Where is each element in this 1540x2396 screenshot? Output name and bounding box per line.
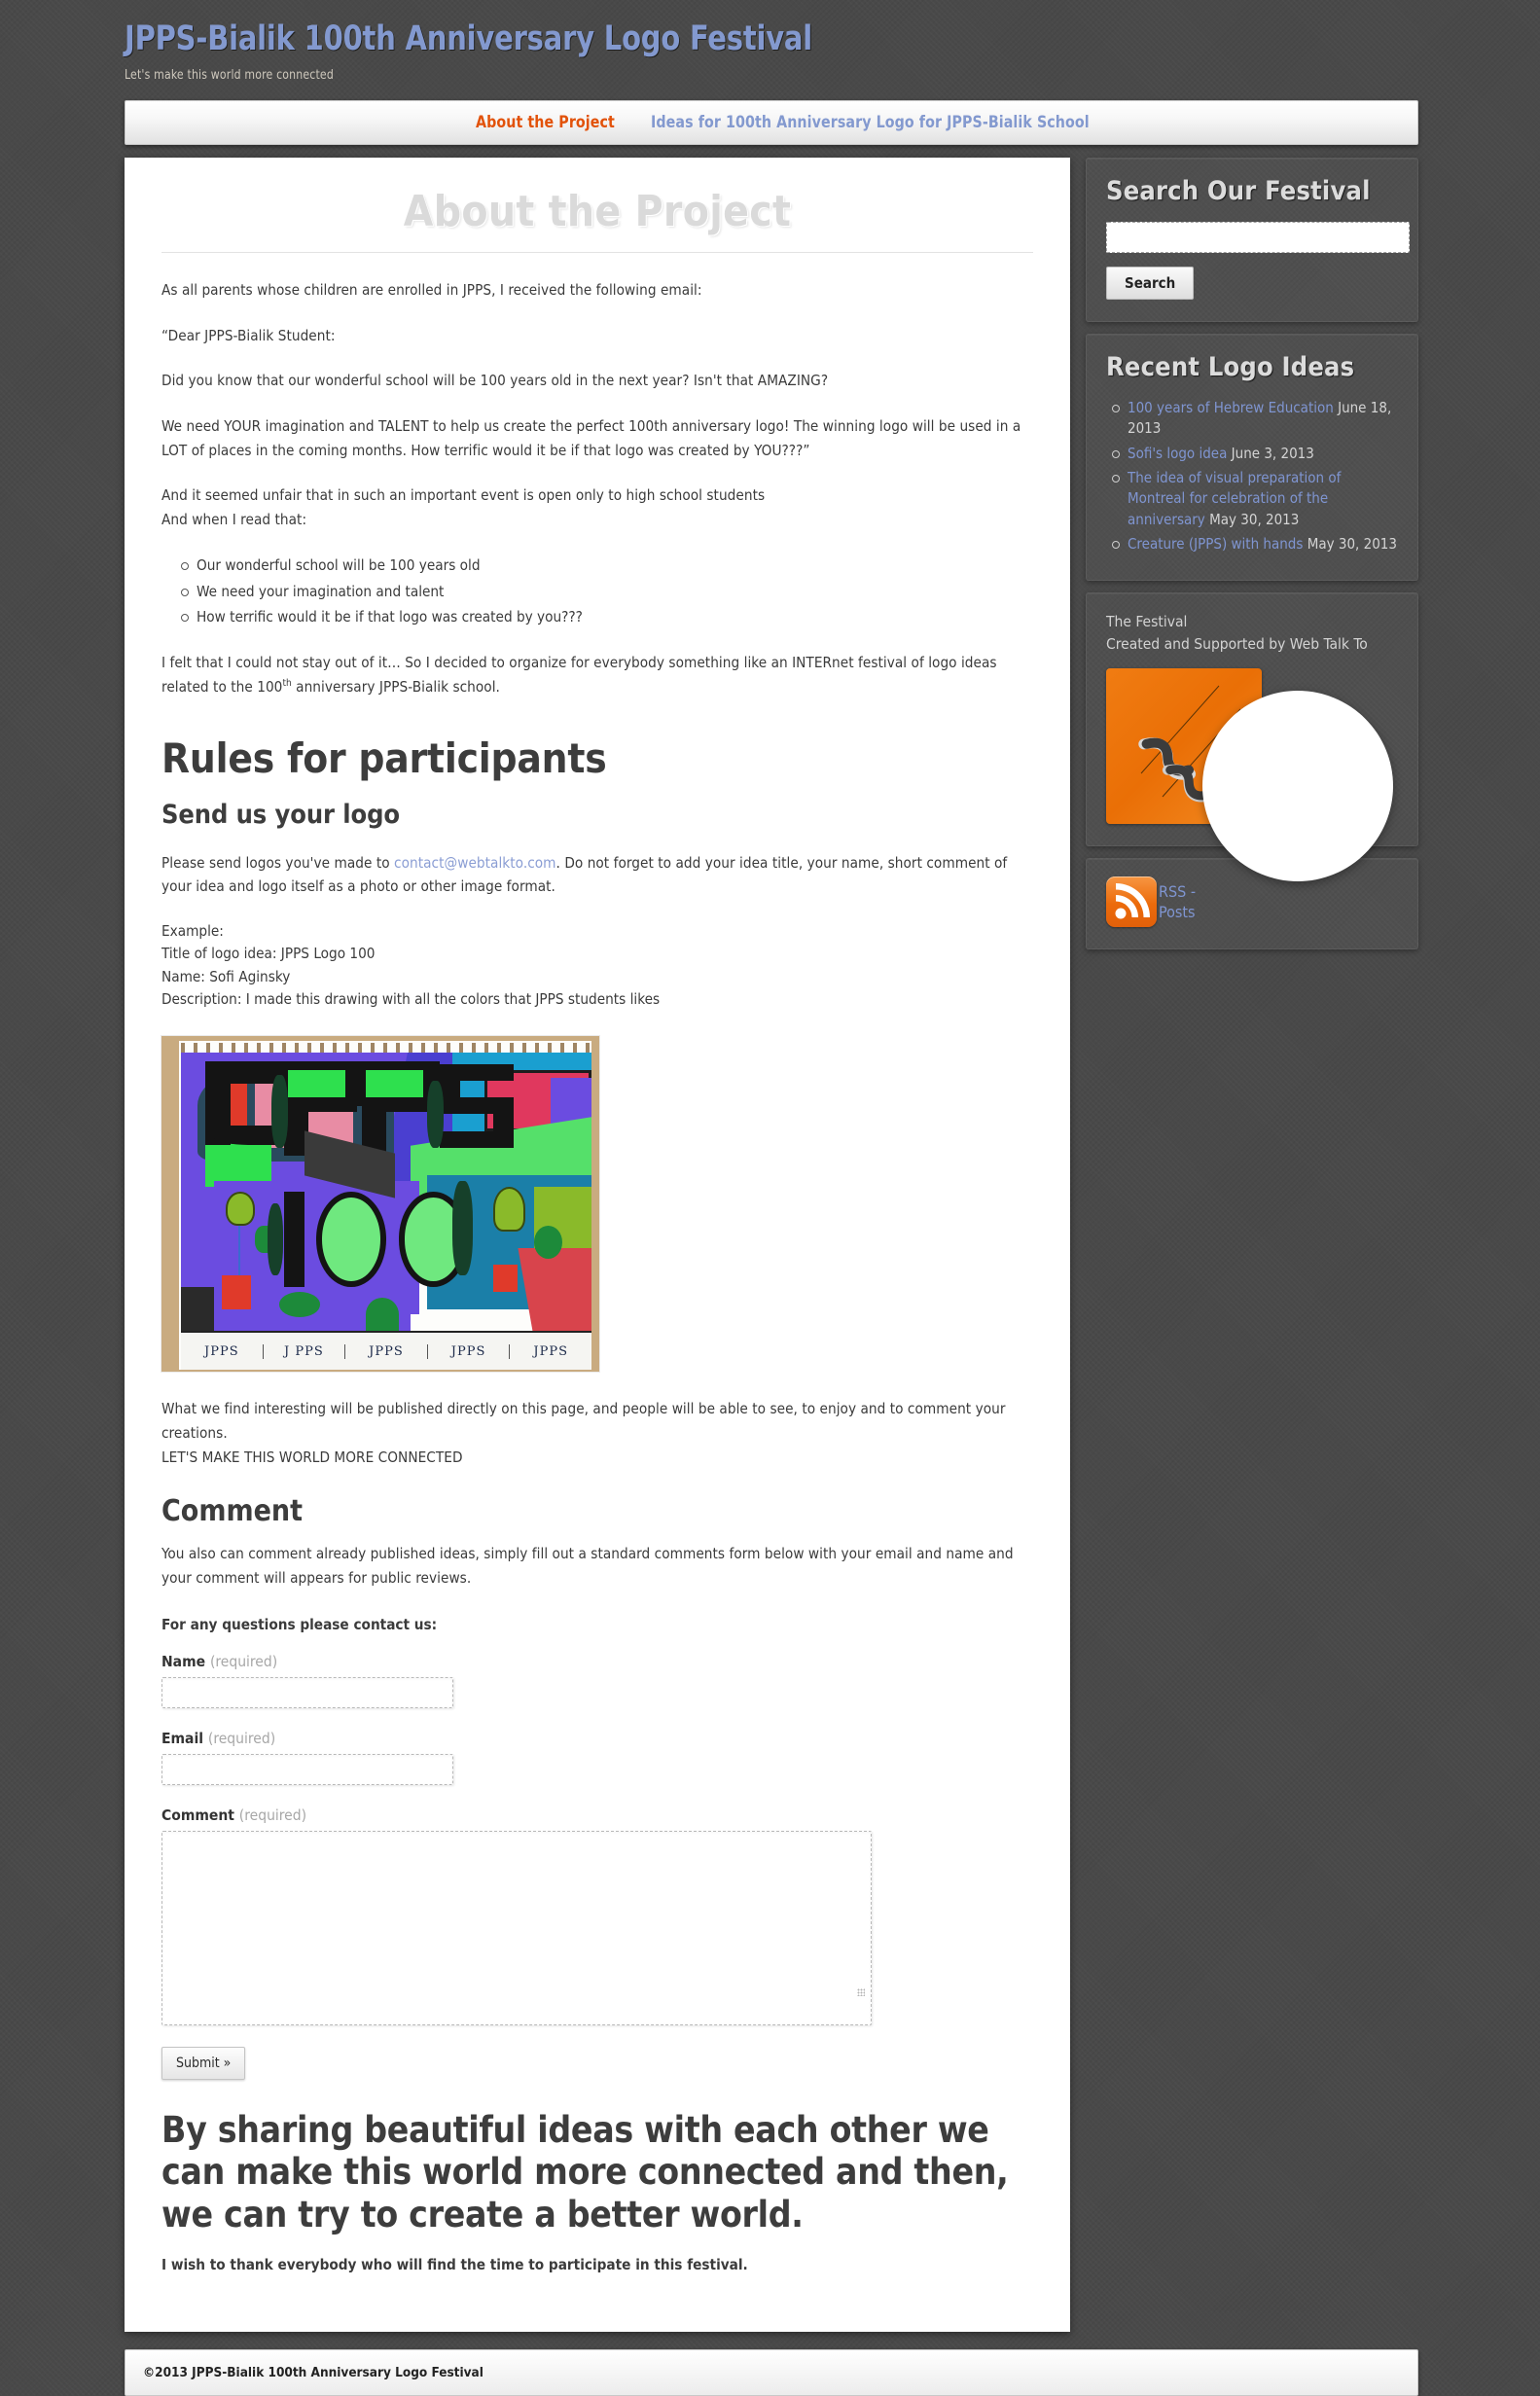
nav-item-ideas-for-logo[interactable]: Ideas for 100th Anniversary Logo for JPP… — [651, 113, 1090, 132]
list-item: We need your imagination and talent — [181, 579, 1033, 604]
search-widget-title: Search Our Festival — [1106, 176, 1371, 207]
unfair-line-2: And when I read that: — [161, 510, 307, 528]
drawing-bottom-labels: JPPS J PPS JPPS JPPS JPPS — [181, 1331, 591, 1371]
festival-line-2: Created and Supported by Web Talk To — [1106, 634, 1368, 653]
rss-widget: RSS - Posts — [1086, 858, 1418, 950]
white-circle-overlay — [1202, 691, 1393, 881]
name-required-text: (required) — [209, 1652, 278, 1670]
email-required-text: (required) — [207, 1729, 276, 1747]
site-tagline: Let's make this world more connected — [125, 67, 334, 84]
recent-list: 100 years of Hebrew Education June 18, 2… — [1106, 398, 1398, 554]
reasons-list: Our wonderful school will be 100 years o… — [161, 553, 1033, 629]
comment-label: Comment (required) — [161, 1806, 1033, 1824]
closing-heading: By sharing beautiful ideas with each oth… — [161, 2108, 1009, 2235]
recent-logo-ideas-widget: Recent Logo Ideas 100 years of Hebrew Ed… — [1086, 334, 1418, 582]
amazing-paragraph: Did you know that our wonderful school w… — [161, 372, 829, 390]
list-item: Our wonderful school will be 100 years o… — [181, 553, 1033, 578]
submit-button[interactable]: Submit » — [161, 2046, 246, 2080]
site-footer: ©2013 JPPS-Bialik 100th Anniversary Logo… — [125, 2348, 1418, 2396]
thanks-text: I wish to thank everybody who will find … — [161, 2255, 748, 2273]
example-block: Example: Title of logo idea: JPPS Logo 1… — [161, 920, 1033, 1012]
rss-label[interactable]: RSS - Posts — [1159, 881, 1229, 923]
list-item: The idea of visual preparation of Montre… — [1112, 468, 1398, 530]
send-instructions: Please send logos you've made to contact… — [161, 851, 1033, 899]
drawing-label: JPPS — [181, 1343, 264, 1359]
example-label: Example: — [161, 921, 224, 940]
recent-widget-title: Recent Logo Ideas — [1106, 352, 1355, 383]
unfair-line-1: And it seemed unfair that in such an imp… — [161, 486, 766, 505]
name-input[interactable] — [161, 1676, 453, 1708]
page-root: JPPS-Bialik 100th Anniversary Logo Festi… — [0, 0, 1540, 2396]
example-description: Description: I made this drawing with al… — [161, 990, 661, 1009]
drawing-label: J PPS — [264, 1343, 346, 1359]
search-button[interactable]: Search — [1106, 267, 1195, 301]
example-title: Title of logo idea: JPPS Logo 100 — [161, 945, 376, 963]
felt-text-b: anniversary JPPS-Bialik school. — [291, 677, 500, 696]
recent-link[interactable]: Sofi's logo idea — [1128, 445, 1227, 462]
salutation-paragraph: “Dear JPPS-Bialik Student: — [161, 326, 336, 344]
example-name: Name: Sofi Aginsky — [161, 967, 291, 985]
masthead: JPPS-Bialik 100th Anniversary Logo Festi… — [0, 0, 1540, 89]
marker-artwork — [181, 1053, 591, 1332]
resize-grip-icon[interactable] — [857, 1987, 865, 1996]
recent-link[interactable]: 100 years of Hebrew Education — [1128, 399, 1334, 416]
rss-row[interactable]: RSS - Posts — [1106, 876, 1398, 928]
felt-paragraph: I felt that I could not stay out of it… … — [161, 651, 1033, 698]
comment-intro: You also can comment already published i… — [161, 1545, 1014, 1587]
intro-paragraph: As all parents whose children are enroll… — [161, 281, 702, 300]
list-item: Creature (JPPS) with hands May 30, 2013 — [1112, 534, 1398, 554]
drawing-label: JPPS — [428, 1343, 511, 1359]
comment-textarea[interactable] — [161, 1830, 872, 2025]
send-logo-heading: Send us your logo — [161, 799, 400, 830]
drawing-label: JPPS — [345, 1343, 428, 1359]
sketchbook-page: JPPS J PPS JPPS JPPS JPPS — [179, 1041, 591, 1371]
drawing-label: JPPS — [533, 1343, 568, 1359]
name-label: Name (required) — [161, 1653, 1033, 1670]
recent-date: May 30, 2013 — [1209, 510, 1300, 528]
published-text: What we find interesting will be publish… — [161, 1400, 1006, 1443]
comment-required-text: (required) — [238, 1806, 307, 1824]
list-item: 100 years of Hebrew Education June 18, 2… — [1112, 398, 1398, 440]
name-label-text: Name — [161, 1652, 206, 1670]
list-item: Sofi's logo idea June 3, 2013 — [1112, 444, 1398, 464]
ordinal-suffix: th — [282, 677, 292, 689]
talent-paragraph: We need YOUR imagination and TALENT to h… — [161, 416, 1021, 459]
recent-link[interactable]: Creature (JPPS) with hands — [1128, 535, 1303, 553]
search-widget: Search Our Festival Search — [1086, 158, 1418, 323]
comment-textarea-wrap — [161, 1830, 872, 2025]
page-title: About the Project — [161, 187, 1033, 254]
felt-text-a: I felt that I could not stay out of it… … — [161, 654, 997, 696]
comment-heading: Comment — [161, 1494, 304, 1529]
nav-item-about-the-project[interactable]: About the Project — [476, 113, 615, 132]
recent-date: June 3, 2013 — [1231, 444, 1314, 462]
rules-heading: Rules for participants — [161, 733, 607, 782]
example-logo-image[interactable]: JPPS J PPS JPPS JPPS JPPS — [161, 1036, 599, 1373]
rss-waves-icon — [1115, 883, 1150, 919]
primary-navigation: About the Project Ideas for 100th Annive… — [125, 100, 1418, 146]
email-label-text: Email — [161, 1729, 204, 1747]
list-item: How terrific would it be if that logo wa… — [181, 604, 1033, 629]
recent-date: May 30, 2013 — [1307, 534, 1397, 553]
rss-icon[interactable] — [1106, 876, 1157, 928]
page-body: About the Project As all parents whose c… — [125, 158, 1418, 2332]
site-title[interactable]: JPPS-Bialik 100th Anniversary Logo Festi… — [125, 20, 1427, 57]
footer-copyright: ©2013 JPPS-Bialik 100th Anniversary Logo… — [143, 2364, 483, 2380]
contact-email-link[interactable]: contact@webtalkto.com — [394, 854, 556, 872]
email-input[interactable] — [161, 1753, 453, 1785]
main-content: About the Project As all parents whose c… — [125, 158, 1070, 2332]
send-text-before: Please send logos you've made to — [161, 853, 395, 872]
search-input[interactable] — [1106, 222, 1410, 254]
festival-line-1: The Festival — [1106, 613, 1188, 631]
contact-note: For any questions please contact us: — [161, 1615, 438, 1633]
connected-text: LET'S MAKE THIS WORLD MORE CONNECTED — [161, 1448, 463, 1466]
spiral-binding-icon — [181, 1043, 590, 1054]
comment-label-text: Comment — [161, 1806, 234, 1824]
email-label: Email (required) — [161, 1730, 1033, 1747]
